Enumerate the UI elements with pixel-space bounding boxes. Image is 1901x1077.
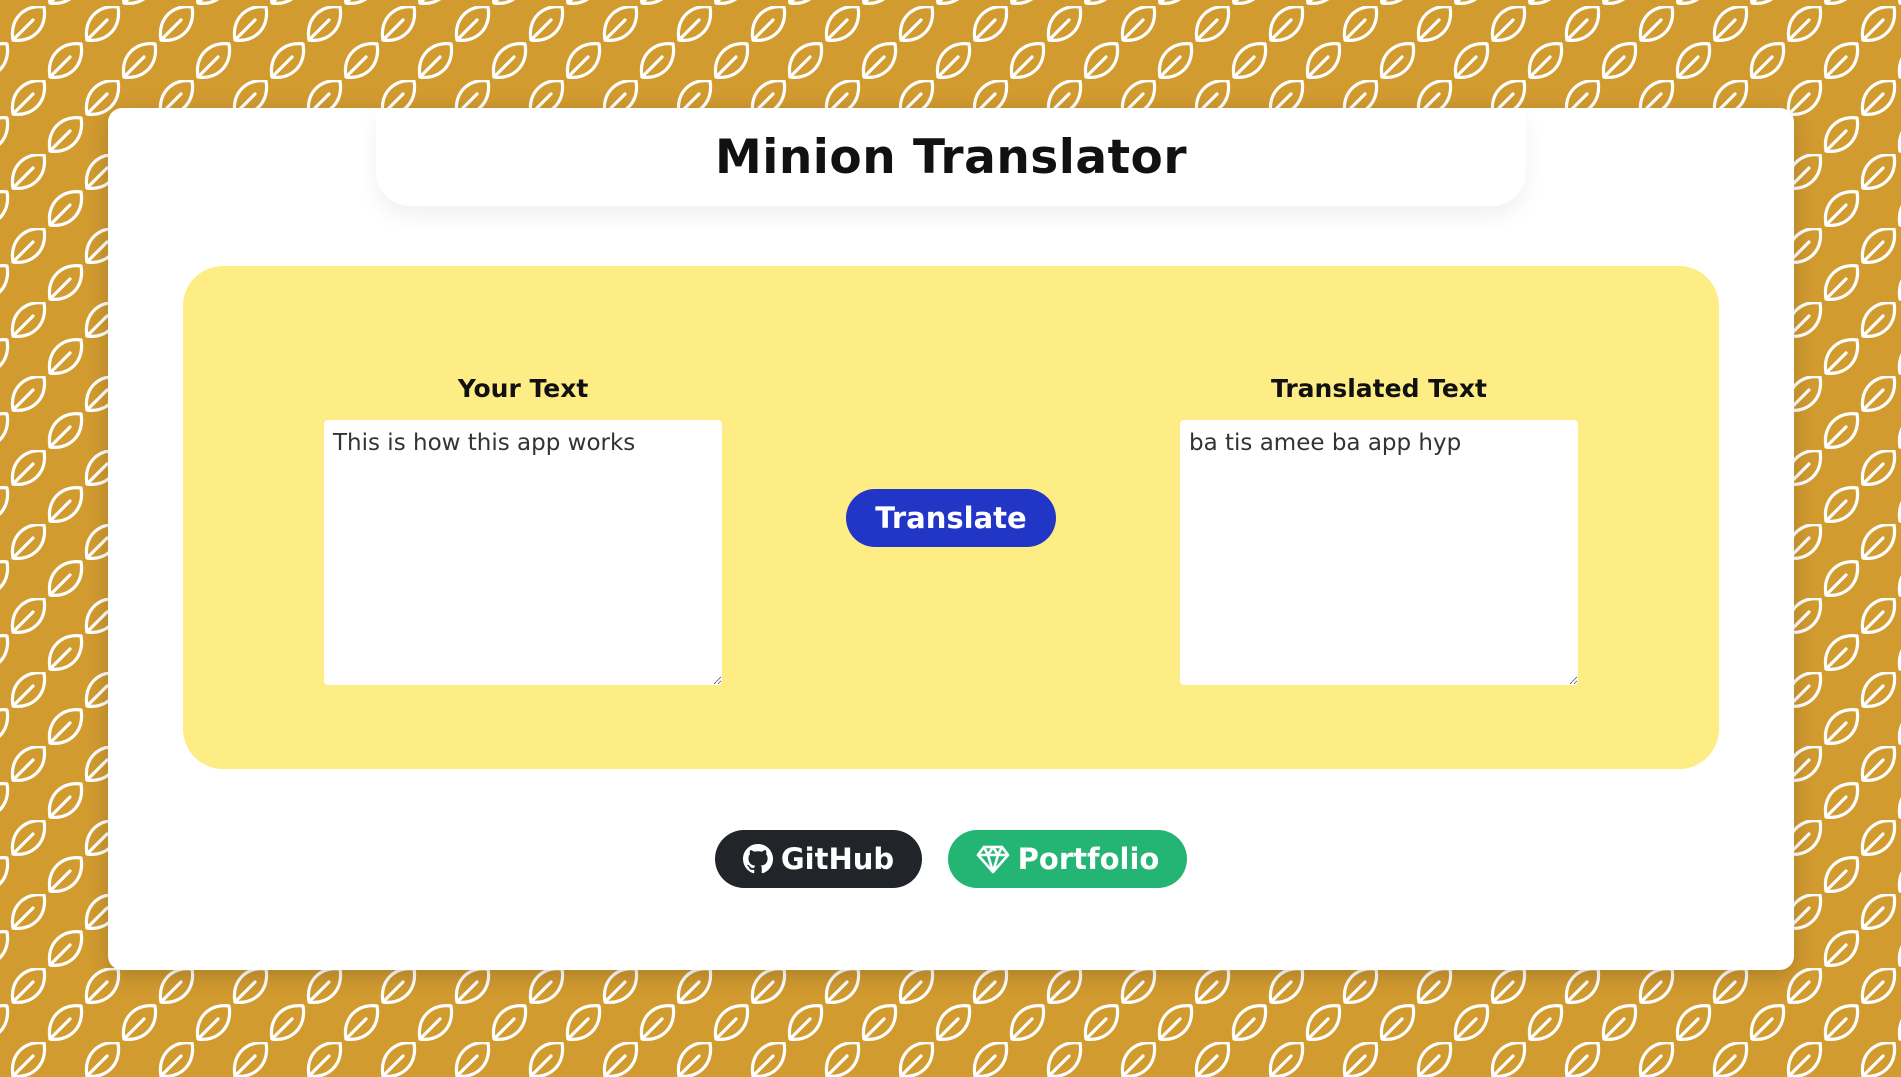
- header: Minion Translator: [376, 108, 1526, 206]
- output-label: Translated Text: [1271, 374, 1487, 403]
- translate-button[interactable]: Translate: [846, 489, 1056, 547]
- main-card: Minion Translator Your Text This is how …: [108, 108, 1794, 970]
- input-textarea[interactable]: This is how this app works: [324, 420, 722, 685]
- github-button[interactable]: GitHub: [715, 830, 922, 888]
- translator-panel: Your Text This is how this app works Tra…: [183, 266, 1719, 769]
- portfolio-label: Portfolio: [1017, 842, 1160, 876]
- github-label: GitHub: [780, 842, 895, 876]
- output-textarea[interactable]: ba tis amee ba app hyp: [1180, 420, 1578, 685]
- page-title: Minion Translator: [714, 129, 1188, 185]
- github-icon: [742, 844, 773, 874]
- gem-icon: [976, 844, 1010, 874]
- portfolio-button[interactable]: Portfolio: [948, 830, 1187, 888]
- input-label: Your Text: [457, 374, 589, 403]
